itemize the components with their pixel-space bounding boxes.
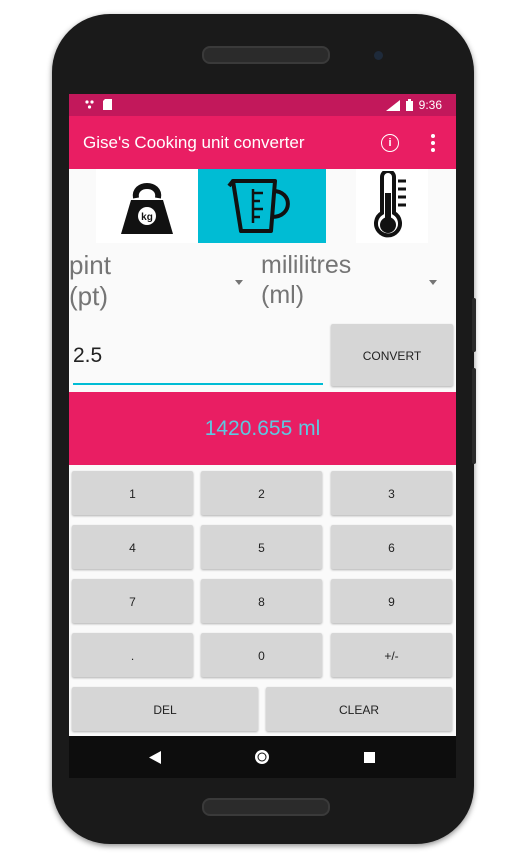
app-bar: Gise's Cooking unit converter i xyxy=(69,116,456,169)
back-icon[interactable] xyxy=(149,751,161,764)
value-input-wrapper xyxy=(73,330,323,386)
to-unit-label: mililitres (ml) xyxy=(261,251,352,309)
thermometer-icon xyxy=(374,171,406,238)
recents-icon[interactable] xyxy=(364,752,375,763)
from-unit-label: pint (pt) xyxy=(69,250,111,311)
to-unit-spinner[interactable]: mililitres (ml) xyxy=(261,250,441,316)
key-sign-toggle[interactable]: +/- xyxy=(331,633,452,677)
battery-icon xyxy=(405,99,413,111)
from-unit-spinner[interactable]: pint (pt) xyxy=(69,250,249,316)
tab-weight[interactable]: kg xyxy=(96,169,198,243)
power-button xyxy=(472,298,476,352)
key-9[interactable]: 9 xyxy=(331,579,452,623)
info-icon[interactable]: i xyxy=(381,134,399,152)
notification-icon xyxy=(85,99,94,109)
result-value: 1420.655 ml xyxy=(204,417,321,440)
key-5[interactable]: 5 xyxy=(201,525,322,569)
key-7[interactable]: 7 xyxy=(72,579,193,623)
key-8[interactable]: 8 xyxy=(201,579,322,623)
kettlebell-kg-icon: kg xyxy=(121,183,173,234)
key-2[interactable]: 2 xyxy=(201,471,322,515)
status-right-icons: 9:36 xyxy=(385,98,442,112)
del-button[interactable]: DEL xyxy=(72,687,258,731)
value-input[interactable] xyxy=(73,340,319,372)
tab-temperature[interactable] xyxy=(356,169,428,243)
key-3[interactable]: 3 xyxy=(331,471,452,515)
convert-button[interactable]: CONVERT xyxy=(331,324,453,386)
sd-card-icon xyxy=(103,99,112,110)
nav-bar xyxy=(69,736,456,778)
top-speaker xyxy=(202,46,330,64)
bottom-speaker xyxy=(202,798,330,816)
result-panel: 1420.655 ml xyxy=(69,392,456,465)
signal-icon xyxy=(385,99,400,111)
key-4[interactable]: 4 xyxy=(72,525,193,569)
key-6[interactable]: 6 xyxy=(331,525,452,569)
app-title: Gise's Cooking unit converter xyxy=(83,133,305,152)
front-camera xyxy=(374,51,383,60)
home-icon[interactable] xyxy=(253,748,271,766)
measuring-jug-icon xyxy=(227,179,290,233)
dropdown-arrow-icon xyxy=(235,280,243,285)
key-1[interactable]: 1 xyxy=(72,471,193,515)
key-decimal[interactable]: . xyxy=(72,633,193,677)
input-underline xyxy=(73,383,323,385)
key-0[interactable]: 0 xyxy=(201,633,322,677)
status-bar: 9:36 xyxy=(69,94,456,116)
clear-button[interactable]: CLEAR xyxy=(266,687,452,731)
overflow-menu-icon[interactable] xyxy=(427,133,439,153)
status-time: 9:36 xyxy=(418,98,442,112)
status-left-icons xyxy=(85,99,112,110)
svg-text:kg: kg xyxy=(141,212,153,223)
tab-volume[interactable] xyxy=(198,169,326,243)
volume-button xyxy=(472,368,476,464)
dropdown-arrow-icon xyxy=(429,280,437,285)
app-screen: 9:36 Gise's Cooking unit converter i kg xyxy=(69,94,456,736)
